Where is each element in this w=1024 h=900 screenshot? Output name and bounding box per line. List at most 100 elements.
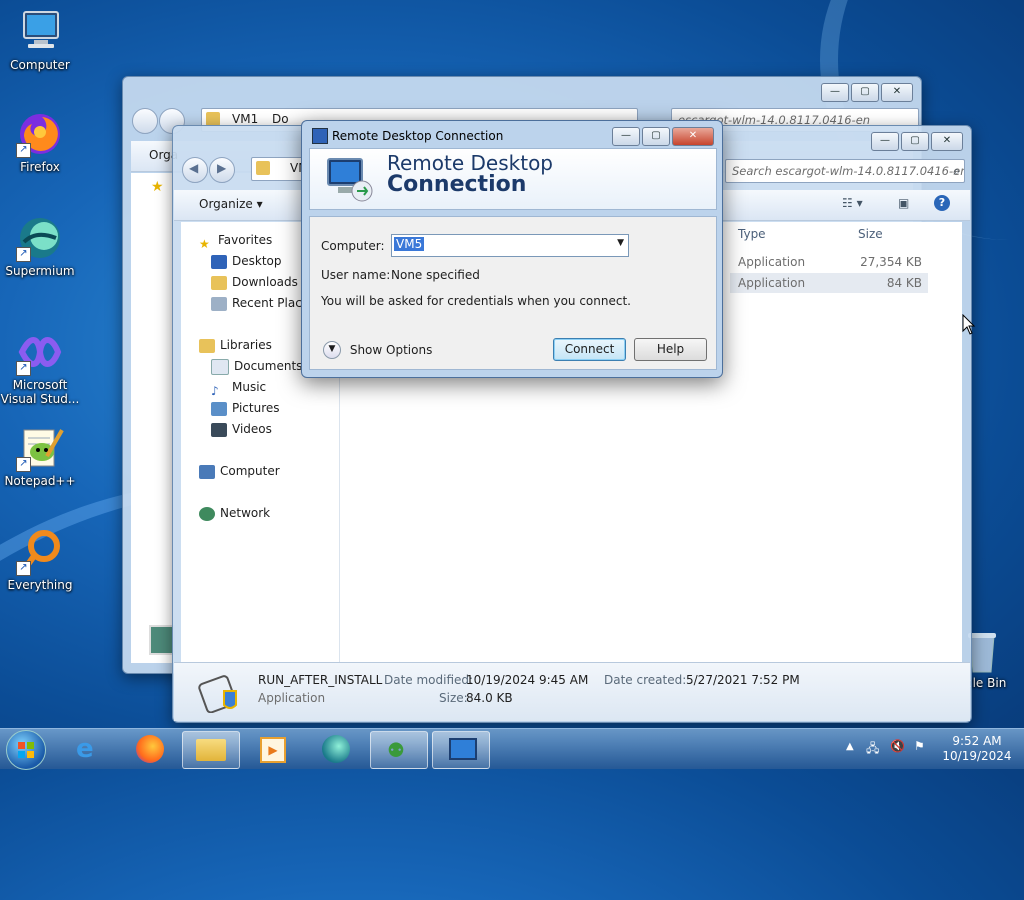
- username-label: User name:: [321, 268, 391, 282]
- computer-combobox[interactable]: VM5 ▼: [391, 234, 629, 257]
- file-row[interactable]: Application 27,354 KB: [730, 252, 928, 272]
- close-button[interactable]: ✕: [881, 83, 913, 102]
- show-hidden-icons-chevron[interactable]: ▲: [846, 741, 854, 752]
- taskbar-remote-desktop[interactable]: [432, 731, 490, 769]
- view-options-icon[interactable]: ☷ ▾: [842, 196, 863, 210]
- firefox-icon: ↗: [16, 110, 64, 158]
- breadcrumb-item[interactable]: Do: [272, 112, 289, 126]
- folder-icon: [196, 739, 226, 761]
- nav-desktop[interactable]: Desktop: [211, 251, 282, 271]
- media-player-icon: ▶: [260, 737, 286, 763]
- connect-button[interactable]: Connect: [553, 338, 626, 361]
- nav-downloads[interactable]: Downloads: [211, 272, 298, 292]
- computer-icon: [16, 8, 64, 56]
- help-button[interactable]: Help: [634, 338, 707, 361]
- desktop-icon-visual-studio[interactable]: ↗ Microsoft Visual Stud...: [0, 328, 80, 406]
- nav-documents[interactable]: Documents: [211, 356, 302, 376]
- clock-date: 10/19/2024: [942, 749, 1012, 763]
- dialog-title: Remote Desktop Connection: [332, 129, 504, 143]
- desktop-icon-supermium[interactable]: ↗ Supermium: [0, 214, 80, 278]
- firefox-icon: [136, 735, 164, 763]
- volume-muted-icon[interactable]: 🔇: [890, 739, 905, 753]
- taskbar-explorer[interactable]: [182, 731, 240, 769]
- nav-libraries[interactable]: Libraries: [199, 335, 272, 355]
- minimize-button[interactable]: —: [871, 132, 899, 151]
- desktop-icon-firefox[interactable]: ↗ Firefox: [0, 110, 80, 174]
- libraries-icon: [199, 338, 215, 353]
- nav-recent-places[interactable]: Recent Places: [211, 293, 315, 313]
- remote-desktop-icon: [449, 738, 477, 760]
- computer-input-value[interactable]: VM5: [394, 237, 425, 251]
- forward-button[interactable]: ▶: [209, 157, 235, 183]
- shortcut-arrow-icon: ↗: [16, 457, 31, 472]
- music-icon: ♪: [211, 383, 219, 398]
- breadcrumb-item[interactable]: VM1: [232, 112, 258, 126]
- minimize-button[interactable]: —: [821, 83, 849, 102]
- maximize-button[interactable]: ▢: [851, 83, 879, 102]
- taskbar-firefox[interactable]: [122, 731, 178, 767]
- back-button[interactable]: [132, 108, 158, 134]
- search-field[interactable]: Search escargot-wlm-14.0.8117.0416-en ⌕: [725, 159, 965, 183]
- favorites-star-icon: ★: [151, 179, 164, 195]
- window-caption-buttons: — ▢ ✕: [871, 132, 963, 151]
- videos-icon: [211, 422, 227, 437]
- recent-places-icon: [211, 296, 227, 311]
- details-file-kind: Application: [258, 691, 326, 705]
- desktop-icon-computer[interactable]: Computer: [0, 8, 80, 72]
- network-icon: [199, 506, 215, 521]
- close-button[interactable]: ✕: [672, 127, 714, 146]
- file-row-selected[interactable]: Application 84 KB: [730, 273, 928, 293]
- documents-icon: [211, 358, 229, 375]
- desktop-icon: [211, 254, 227, 269]
- preview-pane-icon[interactable]: ▣: [898, 196, 909, 210]
- remote-desktop-dialog[interactable]: Remote Desktop Connection — ▢ ✕ Remote D…: [301, 120, 723, 378]
- nav-music[interactable]: ♪ Music: [211, 377, 266, 398]
- taskbar: e ▶ ⚉ ▲ 🖧 🔇 ⚑ 9:52 AM 10/19/2024: [0, 728, 1024, 770]
- desktop-icon-label: Supermium: [5, 264, 75, 278]
- taskbar-media-player[interactable]: ▶: [244, 731, 300, 767]
- credentials-note: You will be asked for credentials when y…: [321, 294, 631, 308]
- column-header-size[interactable]: Size: [858, 227, 883, 241]
- nav-favorites[interactable]: ★ Favorites: [199, 230, 272, 251]
- taskbar-supermium[interactable]: [308, 731, 364, 767]
- clock[interactable]: 9:52 AM 10/19/2024: [936, 734, 1018, 764]
- details-file-name: RUN_AFTER_INSTALL: [258, 673, 383, 687]
- taskbar-messenger[interactable]: ⚉: [370, 731, 428, 769]
- desktop-icon-label: Computer: [10, 58, 70, 72]
- desktop-icon-notepadpp[interactable]: ↗ Notepad++: [0, 424, 80, 488]
- nav-network[interactable]: Network: [199, 503, 270, 523]
- folder-icon: [206, 112, 220, 126]
- visual-studio-icon: ↗: [16, 328, 64, 376]
- shortcut-arrow-icon: ↗: [16, 561, 31, 576]
- network-tray-icon[interactable]: 🖧: [866, 739, 879, 760]
- pictures-icon: [211, 401, 227, 416]
- desktop-icon-label: Microsoft Visual Stud...: [0, 378, 80, 406]
- mouse-cursor: [962, 313, 976, 339]
- address-bar[interactable]: VM: [251, 157, 309, 181]
- start-button[interactable]: [6, 730, 46, 770]
- column-header-type[interactable]: Type: [738, 227, 766, 241]
- organize-menu[interactable]: Organize ▾: [199, 197, 263, 211]
- details-created-value: 5/27/2021 7:52 PM: [686, 673, 800, 687]
- desktop-icon-everything[interactable]: ↗ Everything: [0, 528, 80, 592]
- back-button[interactable]: ◀: [182, 157, 208, 183]
- maximize-button[interactable]: ▢: [901, 132, 929, 151]
- supermium-icon: ↗: [16, 214, 64, 262]
- everything-search-icon: ↗: [16, 528, 64, 576]
- taskbar-internet-explorer[interactable]: e: [62, 731, 118, 767]
- show-options-toggle[interactable]: ▼ Show Options: [323, 341, 432, 359]
- action-center-flag-icon[interactable]: ⚑: [914, 739, 925, 753]
- remote-desktop-icon: [324, 155, 374, 203]
- nav-computer[interactable]: Computer: [199, 461, 280, 481]
- close-button[interactable]: ✕: [931, 132, 963, 151]
- maximize-button[interactable]: ▢: [642, 127, 670, 146]
- desktop-icon-label: cle Bin: [966, 676, 1007, 690]
- rdc-title-icon: [312, 128, 328, 144]
- minimize-button[interactable]: —: [612, 127, 640, 146]
- help-icon[interactable]: ?: [934, 195, 950, 211]
- nav-pictures[interactable]: Pictures: [211, 398, 280, 418]
- chevron-down-icon[interactable]: ▼: [617, 238, 624, 248]
- windows-logo-icon: [18, 742, 34, 758]
- details-created-label: Date created:: [604, 673, 687, 687]
- nav-videos[interactable]: Videos: [211, 419, 272, 439]
